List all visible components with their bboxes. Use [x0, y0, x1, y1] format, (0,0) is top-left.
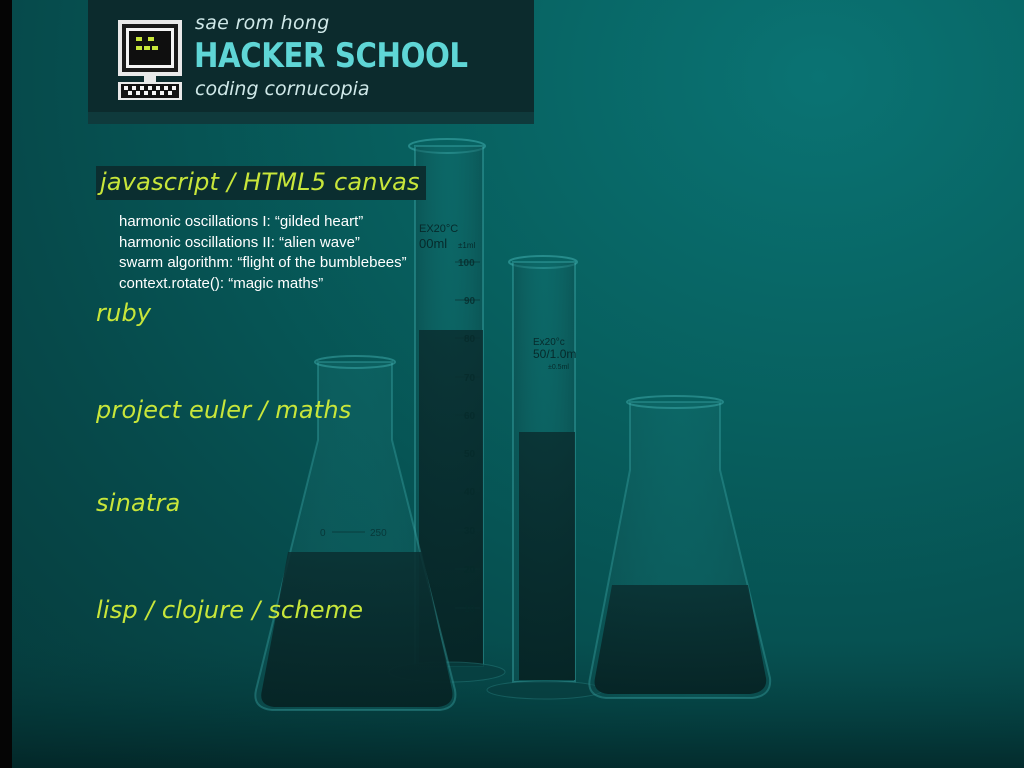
flask-mark-label: 250 — [370, 528, 387, 539]
cylinder-tick-80: 80 — [464, 334, 476, 345]
project-link-flight-of-the-bumblebees[interactable]: swarm algorithm: “flight of the bumblebe… — [119, 253, 407, 274]
project-link-gilded-heart[interactable]: harmonic oscillations I: “gilded heart” — [119, 212, 407, 233]
section-ruby[interactable]: ruby — [96, 299, 151, 327]
cylinder-tick-30: 30 — [464, 526, 476, 537]
site-header: sae rom hong HACKER SCHOOL coding cornuc… — [88, 0, 534, 124]
author-name: sae rom hong — [195, 12, 330, 34]
erlenmeyer-flask-right — [588, 395, 772, 699]
cylinder-tick-40: 40 — [464, 487, 476, 498]
cylinder-tick-70: 70 — [464, 373, 476, 384]
cylinder-tick-90: 90 — [464, 296, 476, 307]
section-project-euler-maths[interactable]: project euler / maths — [96, 396, 352, 424]
site-tagline: coding cornucopia — [195, 78, 370, 100]
cylinder-tick-60: 60 — [464, 411, 476, 422]
section-lisp-clojure-scheme[interactable]: lisp / clojure / scheme — [96, 596, 363, 624]
section-javascript-canvas[interactable]: javascript / HTML5 canvas — [96, 166, 426, 200]
cylinder-top-label: EX20°C — [419, 223, 458, 235]
site-title[interactable]: HACKER SCHOOL — [194, 36, 468, 76]
pixel-computer-icon[interactable] — [118, 20, 182, 100]
project-link-magic-maths[interactable]: context.rotate(): “magic maths” — [119, 274, 407, 295]
svg-text:0: 0 — [320, 528, 326, 539]
small-cylinder-tolerance-label: ±0.5ml — [548, 364, 569, 371]
cylinder-volume-label: 00ml — [419, 236, 447, 251]
cylinder-tick-100: 100 — [458, 258, 475, 269]
cylinder-tick-20: 20 — [464, 565, 476, 576]
cylinder-tick-10: 10 — [464, 604, 476, 615]
javascript-project-list: harmonic oscillations I: “gilded heart” … — [119, 212, 407, 294]
section-sinatra[interactable]: sinatra — [96, 489, 180, 517]
cylinder-tick-50: 50 — [464, 449, 476, 460]
project-link-alien-wave[interactable]: harmonic oscillations II: “alien wave” — [119, 233, 407, 254]
background: EX20°C 00ml ±1ml 100 90 80 70 60 50 40 3… — [0, 0, 1024, 768]
small-cylinder-volume-label: 50/1.0m — [533, 347, 576, 361]
cylinder-tolerance-label: ±1ml — [458, 241, 476, 250]
graduated-cylinder-small: Ex20°c 50/1.0m ±0.5ml — [486, 255, 604, 700]
